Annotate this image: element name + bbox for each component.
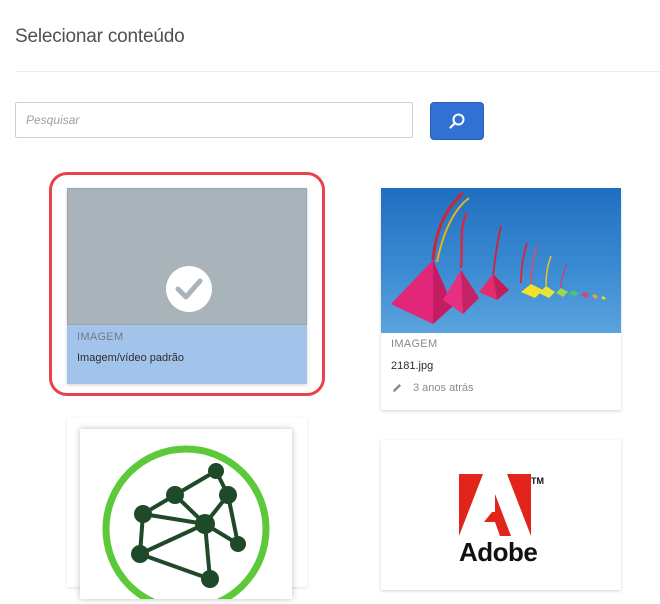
card-type-label: IMAGEM <box>391 338 438 350</box>
content-card-adobe[interactable]: TM Adobe <box>381 440 621 590</box>
dialog-title: Selecionar conteúdo <box>15 26 185 47</box>
adobe-wordmark: Adobe <box>459 537 538 567</box>
content-card-network[interactable] <box>67 417 307 604</box>
search-icon <box>449 113 465 129</box>
card-modified-text: 3 anos atrás <box>413 382 474 394</box>
search-button[interactable] <box>430 102 484 140</box>
card-thumbnail <box>80 429 292 604</box>
card-name: Imagem/vídeo padrão <box>77 352 185 364</box>
card-thumbnail <box>381 188 621 333</box>
network-logo-image <box>102 445 270 604</box>
check-icon <box>166 266 212 312</box>
card-thumbnail <box>67 188 307 325</box>
card-modified: 3 anos atrás <box>391 382 474 394</box>
adobe-trademark: TM <box>531 476 544 486</box>
kites-photo <box>391 191 606 324</box>
header-divider <box>15 71 660 72</box>
card-type-label: IMAGEM <box>77 331 124 343</box>
adobe-logo-icon <box>459 474 531 536</box>
content-card-default[interactable]: IMAGEM Imagem/vídeo padrão <box>67 188 307 384</box>
pencil-icon <box>393 384 401 392</box>
card-meta: IMAGEM Imagem/vídeo padrão <box>67 325 307 384</box>
card-name: 2181.jpg <box>391 360 434 372</box>
content-card-2181[interactable]: IMAGEM 2181.jpg 3 anos atrás <box>381 188 621 410</box>
search-input[interactable] <box>15 102 413 138</box>
